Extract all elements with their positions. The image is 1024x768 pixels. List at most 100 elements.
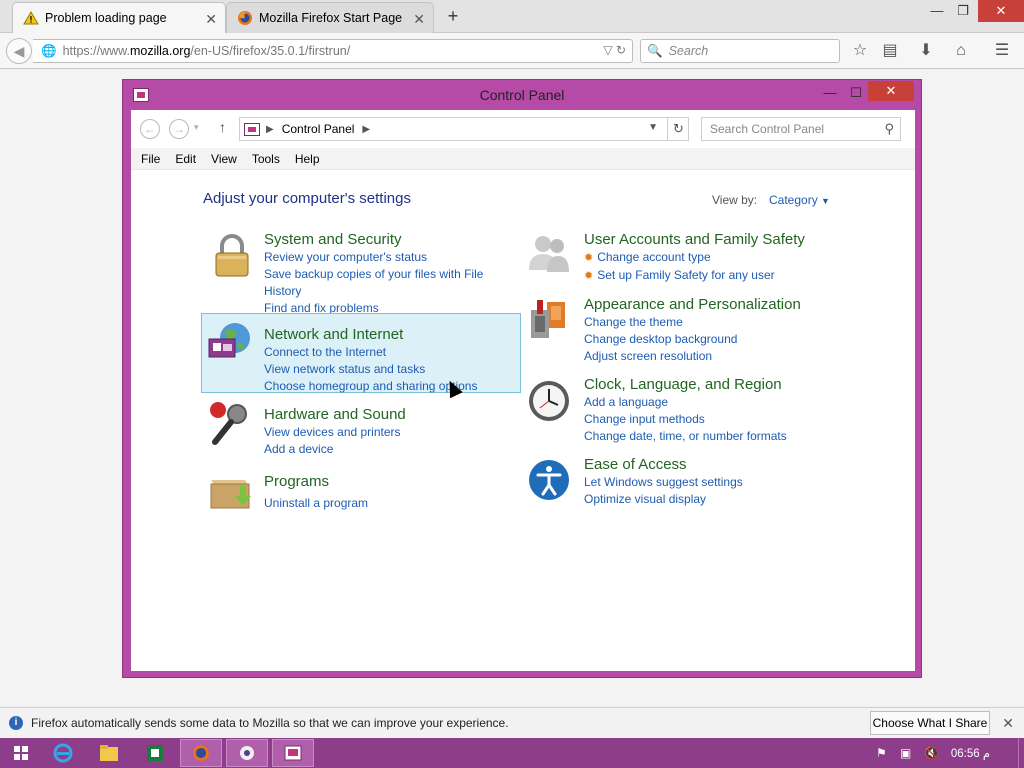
- flag-icon[interactable]: ⚑: [876, 746, 887, 760]
- cp-forward-button[interactable]: →: [169, 119, 189, 139]
- recent-pages-dropdown-icon[interactable]: ▾: [194, 122, 199, 133]
- choose-what-i-share-button[interactable]: Choose What I Share: [870, 711, 990, 735]
- info-icon: i: [9, 715, 23, 730]
- tab-problem-loading[interactable]: Problem loading page ✕: [12, 2, 226, 33]
- restore-button[interactable]: ❐: [948, 0, 978, 22]
- chevron-down-icon: ▼: [821, 196, 830, 206]
- view-by-dropdown[interactable]: Category ▼: [769, 193, 830, 207]
- volume-muted-icon[interactable]: 🔇: [924, 746, 939, 760]
- category-link[interactable]: Change input methods: [584, 411, 902, 428]
- close-tab-icon[interactable]: ✕: [413, 11, 425, 28]
- category-link[interactable]: Change date, time, or number formats: [584, 428, 902, 445]
- up-arrow-icon[interactable]: ↑: [219, 119, 226, 135]
- url-scheme: https://www.: [62, 44, 130, 58]
- cp-search-placeholder: Search Control Panel: [710, 122, 825, 136]
- control-panel-icon: [284, 745, 302, 761]
- close-notification-icon[interactable]: ✕: [1002, 715, 1014, 732]
- cp-back-button[interactable]: ←: [140, 119, 160, 139]
- cp-menu-bar: File Edit View Tools Help: [131, 148, 915, 170]
- category-appearance: Appearance and Personalization Change th…: [584, 296, 902, 365]
- category-title[interactable]: Appearance and Personalization: [584, 296, 902, 314]
- breadcrumb-separator-icon: ▶: [266, 123, 274, 135]
- view-by-label: View by:: [712, 193, 758, 207]
- cp-minimize-button[interactable]: —: [818, 84, 842, 102]
- url-bar[interactable]: 🌐 https://www. mozilla.org/en-US/firefox/…: [33, 39, 633, 63]
- tab-firefox-start[interactable]: Mozilla Firefox Start Page ✕: [226, 2, 434, 33]
- category-link[interactable]: Change account type: [584, 249, 902, 267]
- start-button[interactable]: [0, 739, 42, 767]
- network-globe-icon: [207, 320, 253, 366]
- search-icon[interactable]: ⚲: [884, 121, 894, 137]
- category-link[interactable]: Let Windows suggest settings: [584, 474, 902, 491]
- warning-icon: [23, 10, 39, 26]
- url-host: mozilla.org: [129, 44, 191, 58]
- excel-icon[interactable]: [134, 739, 176, 767]
- category-link[interactable]: View network status and tasks: [264, 361, 582, 378]
- cp-search-input[interactable]: Search Control Panel ⚲: [701, 117, 901, 141]
- category-user-accounts: User Accounts and Family Safety Change a…: [584, 231, 902, 285]
- category-link[interactable]: View devices and printers: [264, 424, 582, 441]
- accessibility-icon: [527, 458, 573, 504]
- category-title[interactable]: Clock, Language, and Region: [584, 376, 902, 394]
- new-tab-button[interactable]: +: [442, 5, 464, 27]
- breadcrumb-separator-icon[interactable]: ▶: [362, 124, 370, 135]
- cp-close-button[interactable]: ✕: [868, 81, 914, 101]
- browser-search-input[interactable]: 🔍 Search: [640, 39, 840, 63]
- bookmark-star-icon[interactable]: ☆: [850, 41, 870, 61]
- clock[interactable]: 06:56 م: [951, 746, 990, 760]
- windows-logo-icon: [14, 746, 28, 760]
- url-path: /en-US/firefox/35.0.1/firstrun/: [190, 44, 351, 58]
- cp-refresh-button[interactable]: ↻: [667, 118, 689, 140]
- tab-title: Mozilla Firefox Start Page: [259, 11, 403, 25]
- control-panel-taskbar-button[interactable]: [226, 739, 268, 767]
- network-icon[interactable]: ▣: [900, 746, 911, 760]
- cp-address-bar[interactable]: ▶ Control Panel ▶ ▼: [239, 117, 689, 141]
- globe-icon: 🌐: [41, 43, 57, 58]
- control-panel-window-taskbar-button[interactable]: [272, 739, 314, 767]
- category-link[interactable]: Change the theme: [584, 314, 902, 331]
- breadcrumb[interactable]: Control Panel: [282, 122, 355, 136]
- dropdown-reload-icon[interactable]: ▽ ↻: [603, 43, 626, 57]
- category-title[interactable]: User Accounts and Family Safety: [584, 231, 902, 249]
- view-by-value: Category: [769, 193, 818, 207]
- gear-icon: [240, 746, 254, 760]
- category-title[interactable]: Ease of Access: [584, 456, 902, 474]
- home-icon[interactable]: ⌂: [951, 41, 971, 61]
- tab-title: Problem loading page: [45, 11, 167, 25]
- cp-maximize-button[interactable]: ☐: [844, 84, 868, 102]
- category-link[interactable]: Set up Family Safety for any user: [584, 267, 902, 285]
- browser-navbar: ◀ 🌐 https://www. mozilla.org/en-US/firefo…: [0, 33, 1024, 69]
- category-ease-of-access: Ease of Access Let Windows suggest setti…: [584, 456, 902, 508]
- menu-view[interactable]: View: [211, 152, 237, 166]
- control-panel-window: Control Panel — ☐ ✕ ← → ▾ ↑ ▶ Control Pa…: [122, 79, 922, 678]
- download-icon[interactable]: ⬇: [916, 41, 936, 61]
- window-title: Control Panel: [479, 87, 565, 103]
- reading-list-icon[interactable]: ▤: [880, 41, 900, 61]
- lock-icon: [209, 232, 255, 278]
- firefox-icon: [193, 745, 209, 761]
- control-panel-client: ← → ▾ ↑ ▶ Control Panel ▶ ▼ ↻ Search Con…: [131, 110, 915, 671]
- menu-hamburger-icon[interactable]: ☰: [992, 41, 1012, 61]
- file-explorer-icon[interactable]: [88, 739, 130, 767]
- close-tab-icon[interactable]: ✕: [205, 11, 217, 28]
- address-dropdown-icon[interactable]: ▼: [648, 122, 658, 133]
- category-link[interactable]: Adjust screen resolution: [584, 348, 902, 365]
- data-sharing-notification: i Firefox automatically sends some data …: [0, 707, 1024, 737]
- menu-help[interactable]: Help: [295, 152, 320, 166]
- program-box-icon: [207, 468, 253, 514]
- cp-body: Adjust your computer's settings View by:…: [131, 170, 915, 671]
- menu-file[interactable]: File: [141, 152, 160, 166]
- category-link[interactable]: Change desktop background: [584, 331, 902, 348]
- menu-edit[interactable]: Edit: [175, 152, 196, 166]
- close-window-button[interactable]: ✕: [978, 0, 1024, 22]
- category-link[interactable]: Add a device: [264, 441, 582, 458]
- category-link[interactable]: Add a language: [584, 394, 902, 411]
- menu-tools[interactable]: Tools: [252, 152, 280, 166]
- internet-explorer-icon[interactable]: [42, 739, 84, 767]
- show-desktop-button[interactable]: [1018, 738, 1024, 768]
- category-link[interactable]: Connect to the Internet: [264, 344, 582, 361]
- back-button[interactable]: ◀: [6, 38, 32, 64]
- category-link[interactable]: Optimize visual display: [584, 491, 902, 508]
- firefox-taskbar-button[interactable]: [180, 739, 222, 767]
- page-title: Adjust your computer's settings: [203, 190, 411, 207]
